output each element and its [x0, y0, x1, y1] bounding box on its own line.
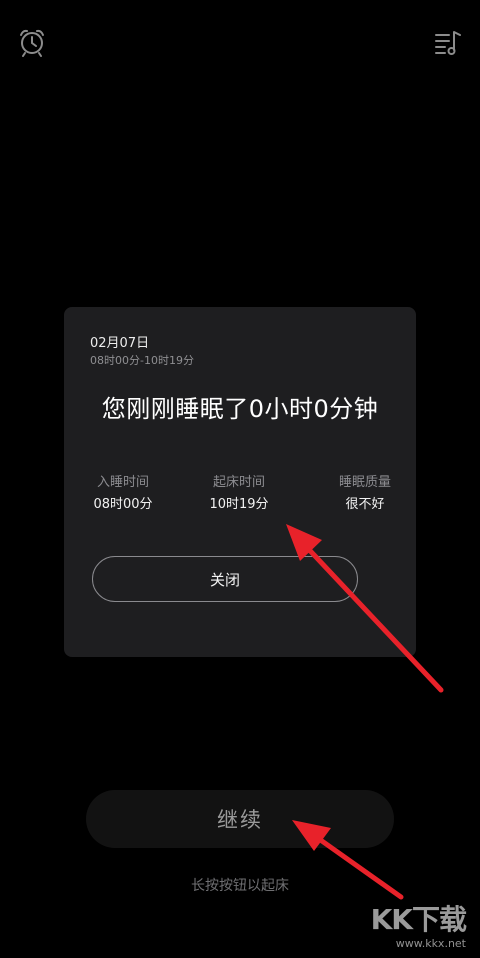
music-playlist-glyph — [435, 31, 461, 55]
sleep-summary-card: 02月07日 08时00分-10时19分 您刚刚睡眠了0小时0分钟 入睡时间 0… — [64, 307, 416, 657]
stat-bedtime: 入睡时间 08时00分 — [88, 475, 158, 513]
alarm-clock-glyph — [20, 29, 44, 57]
summary-time-range: 08时00分-10时19分 — [90, 354, 194, 367]
kkx-watermark-logo: KK下载 www.kkx.net — [368, 898, 467, 950]
stat-value: 很不好 — [345, 497, 385, 512]
alarm-clock-icon[interactable] — [16, 26, 48, 58]
watermark-logo-text: KK下载 — [370, 903, 467, 936]
sleep-duration-headline: 您刚刚睡眠了0小时0分钟 — [101, 395, 379, 423]
continue-button[interactable]: 继续 — [86, 790, 394, 848]
close-button[interactable]: 关闭 — [92, 556, 358, 602]
watermark-url: www.kkx.net — [395, 937, 466, 950]
stat-value: 08时00分 — [93, 497, 153, 512]
stat-label: 入睡时间 — [96, 475, 149, 490]
summary-date: 02月07日 — [90, 336, 150, 351]
stat-label: 睡眠质量 — [338, 475, 391, 490]
stat-value: 10时19分 — [209, 497, 269, 512]
sleep-stats: 入睡时间 08时00分 起床时间 10时19分 睡眠质量 很不好 — [64, 475, 416, 515]
stat-label: 起床时间 — [212, 475, 265, 490]
stat-wake-time: 起床时间 10时19分 — [204, 475, 274, 513]
music-playlist-icon[interactable] — [432, 26, 464, 58]
stat-sleep-quality: 睡眠质量 很不好 — [330, 475, 400, 513]
long-press-hint: 长按按钮以起床 — [191, 878, 289, 894]
